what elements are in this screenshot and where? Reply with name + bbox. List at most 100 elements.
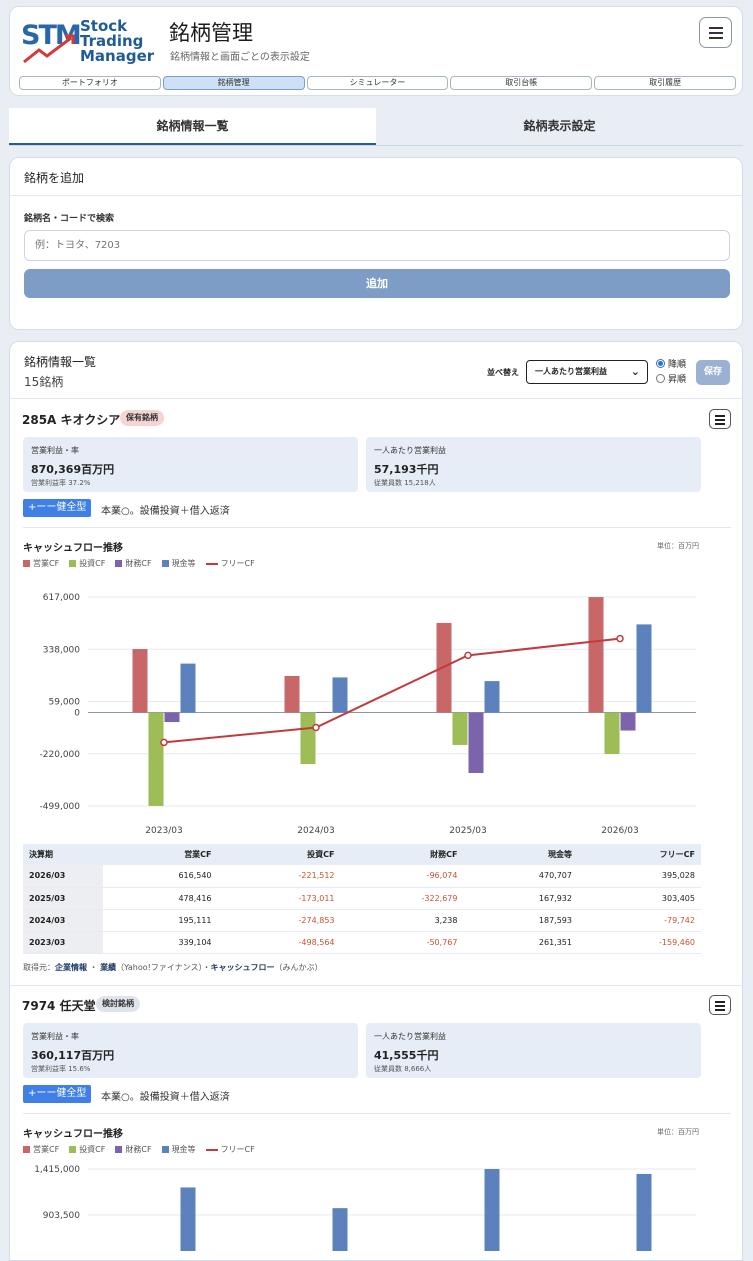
add-stock-panel: 銘柄を追加 銘柄名・コードで検索 追加 <box>9 157 743 330</box>
table-row: 2025/03 478,416 -173,011 -322,679 167,932 303… <box>23 887 701 910</box>
save-order-button[interactable]: 保存 <box>696 360 730 385</box>
free-cf-point <box>464 651 472 660</box>
table-cell: 2026/03 <box>23 865 103 888</box>
table-cell: 167,932 <box>463 887 578 910</box>
bar-現金等 <box>332 677 348 713</box>
source-link-cashflow[interactable]: キャッシュフロー <box>211 963 275 972</box>
cf-chart-title: キャッシュフロー推移 <box>23 1129 123 1140</box>
bar-営業CF <box>588 597 604 713</box>
profit-per-employee-metric: 一人あたり営業利益 41,555千円 従業員数 8,666人 <box>366 1023 701 1078</box>
table-cell: 616,540 <box>103 865 218 888</box>
stock-search-input[interactable] <box>24 230 730 261</box>
operating-profit-metric: 営業利益・率 360,117百万円 営業利益率 15.6% <box>23 1023 358 1078</box>
order-asc-radio[interactable]: 昇順 <box>656 372 686 385</box>
chart-legend: 営業CF 投資CF 財務CF 現金等 フリーCF <box>23 1144 255 1155</box>
divider <box>23 1113 731 1114</box>
bar-財務CF <box>164 712 180 723</box>
nav-trade-ledger[interactable]: 取引台帳 <box>450 76 593 90</box>
table-header: 現金等 <box>463 844 578 865</box>
table-cell: -322,679 <box>340 887 464 910</box>
table-cell: 261,351 <box>463 931 578 954</box>
stock-list-title: 銘柄情報一覧 <box>24 355 97 369</box>
bar-投資CF <box>148 712 164 806</box>
legend-item-inv: 投資CF <box>69 1144 105 1155</box>
search-label: 銘柄名・コードで検索 <box>24 214 115 224</box>
table-cell: 470,707 <box>463 865 578 888</box>
x-tick-label: 2023/03 <box>145 826 182 836</box>
divider <box>23 527 731 528</box>
add-stock-button[interactable]: 追加 <box>24 269 730 298</box>
table-cell: 2023/03 <box>23 931 103 954</box>
y-tick-label: 617,000 <box>43 593 80 603</box>
y-tick-label: 338,000 <box>43 645 80 655</box>
bar-投資CF <box>452 712 468 745</box>
stock-name: 7974 任天堂 <box>22 999 96 1013</box>
hamburger-menu-button[interactable] <box>699 17 732 48</box>
bar-営業CF <box>132 649 148 713</box>
divider <box>10 398 742 399</box>
bar-営業CF <box>284 676 300 713</box>
legend-item-fin: 財務CF <box>115 558 152 569</box>
table-header: フリーCF <box>578 844 701 865</box>
bar-現金等 <box>180 663 196 713</box>
bar-現金等 <box>636 624 652 713</box>
source-link-results[interactable]: 業績 <box>100 963 116 972</box>
table-cell: 339,104 <box>103 931 218 954</box>
table-cell: -50,767 <box>340 931 464 954</box>
table-cell: -498,564 <box>217 931 341 954</box>
table-cell: 3,238 <box>340 909 464 932</box>
bar-財務CF <box>316 711 332 713</box>
cashflow-chart: 1,415,000 903,500 <box>34 1165 696 1251</box>
free-cf-point <box>312 723 320 732</box>
cf-unit: 単位：百万円 <box>657 1128 699 1136</box>
table-cell: 2024/03 <box>23 909 103 932</box>
tab-stock-display-settings[interactable]: 銘柄表示設定 <box>376 108 743 145</box>
status-badge: 検討銘柄 <box>96 996 140 1012</box>
stock-menu-button[interactable] <box>709 995 731 1015</box>
logo-text: Stock Trading Manager <box>80 17 155 65</box>
stock-list-panel: 銘柄情報一覧 15銘柄 並べ替え 一人あたり営業利益 ⌄ 降順 昇順 保存 28… <box>9 341 743 1261</box>
sort-select[interactable]: 一人あたり営業利益 ⌄ <box>526 360 648 384</box>
divider <box>10 195 742 196</box>
bar-投資CF <box>604 712 620 755</box>
nav-simulator[interactable]: シミュレーター <box>306 76 449 90</box>
cashflow-table: 決算期 営業CF 投資CF 財務CF 現金等 フリーCF 2026/03 616,540 -2… <box>23 844 701 954</box>
source-link-company[interactable]: 企業情報 <box>55 963 87 972</box>
table-cell: -96,074 <box>340 865 464 888</box>
stock-name: 285A キオクシア <box>22 413 121 427</box>
cf-pattern-badge: +ーー健全型 <box>23 499 92 517</box>
app-header: STM Stock Trading Manager 銘柄管理 銘柄情報と画面ごと… <box>9 6 743 96</box>
cf-unit: 単位：百万円 <box>657 542 699 550</box>
y-tick-label: 59,000 <box>49 698 81 708</box>
table-cell: -159,460 <box>578 931 701 954</box>
table-cell: 187,593 <box>463 909 578 932</box>
main-nav: ポートフォリオ 銘柄管理 シミュレーター 取引台帳 取引履歴 <box>19 76 736 90</box>
table-header: 投資CF <box>217 844 341 865</box>
x-tick-label: 2025/03 <box>449 826 486 836</box>
legend-item-cash: 現金等 <box>161 1144 196 1155</box>
cf-chart-title: キャッシュフロー推移 <box>23 543 123 554</box>
legend-item-fin: 財務CF <box>115 1144 152 1155</box>
tab-stock-info-list[interactable]: 銘柄情報一覧 <box>9 108 376 145</box>
app-logo[interactable]: STM Stock Trading Manager <box>21 18 155 68</box>
radio-empty-icon <box>656 374 665 383</box>
stock-menu-button[interactable] <box>709 409 731 429</box>
bar-現金等 <box>484 1169 500 1251</box>
bar-現金等 <box>332 1208 348 1251</box>
x-tick-label: 2024/03 <box>297 826 334 836</box>
status-badge: 保有銘柄 <box>120 410 164 426</box>
x-tick-label: 2026/03 <box>601 826 638 836</box>
nav-trade-history[interactable]: 取引履歴 <box>594 76 736 90</box>
legend-item-op: 営業CF <box>23 1144 59 1155</box>
nav-stock-management[interactable]: 銘柄管理 <box>162 76 305 90</box>
cashflow-chart: 617,000 338,000 59,0000 -220,000 -499,000 202… <box>40 593 696 836</box>
bar-財務CF <box>620 712 636 731</box>
table-cell: 195,111 <box>103 909 218 932</box>
cf-pattern-description: 本業○。設備投資＋借入返済 <box>101 506 230 517</box>
order-desc-radio[interactable]: 降順 <box>656 357 686 370</box>
y-tick-label: 903,500 <box>43 1211 80 1221</box>
y-tick-label: 1,415,000 <box>34 1165 80 1175</box>
nav-portfolio[interactable]: ポートフォリオ <box>19 76 161 90</box>
cf-pattern-badge: +ーー健全型 <box>23 1085 92 1103</box>
add-stock-title: 銘柄を追加 <box>24 171 85 185</box>
